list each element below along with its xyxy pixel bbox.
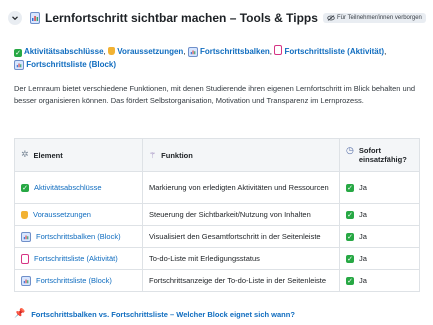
link-fortschrittsliste-block[interactable]: Fortschrittsliste (Block) [14,60,116,70]
list-icon [274,45,283,55]
link-fortschrittsbalken[interactable]: Fortschrittsbalken [187,47,270,57]
clock-icon: ◷ [346,146,354,156]
comparison-link-label: Fortschrittsbalken vs. Fortschrittsliste… [31,309,295,319]
element-link[interactable]: Fortschrittsliste (Aktivität) [34,254,118,263]
sofort-value: Ja [359,276,367,285]
pushpin-icon: 📌 [14,309,26,319]
link-voraussetzungen[interactable]: Voraussetzungen [107,47,183,56]
header-sofort: ◷ Sofort einsatzfähig? [339,138,420,172]
element-link[interactable]: Voraussetzungen [33,210,91,219]
page: Lernfortschritt sichtbar machen – Tools … [0,0,433,325]
funktion-cell: To-do-Liste mit Erledigungsstatus [142,247,340,270]
header-funktion: ⚚ Funktion [142,138,340,172]
hidden-from-students-badge: Für Teilnehmer/innen verborgen [322,13,426,23]
bar-chart-icon [187,47,198,57]
eye-slash-icon [327,15,335,21]
bar-chart-icon [21,275,31,286]
funktion-cell: Visualisiert den Gesamtfortschritt in de… [142,225,340,248]
collapse-toggle-button[interactable] [8,11,22,25]
lock-icon [107,47,115,55]
table-row: ✓ Aktivitätsabschlüsse Markierung von erl… [14,171,420,204]
bar-chart-icon [14,60,24,70]
sofort-value: Ja [359,254,367,263]
badge-label: Für Teilnehmer/innen verborgen [336,15,422,21]
funktion-cell: Fortschrittsanzeige der To-do-Liste in d… [142,269,340,292]
section-header: Lernfortschritt sichtbar machen – Tools … [8,8,426,28]
header-element: ✲ Element [14,138,143,172]
check-icon: ✓ [346,232,354,241]
funktion-cell: Steuerung der Sichtbarkeit/Nutzung von I… [142,203,340,226]
check-icon: ✓ [346,276,354,285]
element-link[interactable]: Fortschrittsbalken (Block) [36,232,121,241]
sofort-value: Ja [359,210,367,219]
bar-chart-icon [21,231,31,242]
table-row: Voraussetzungen Steuerung der Sichtbarke… [14,203,420,226]
gear-icon: ✲ [21,150,29,160]
table-row: Fortschrittsbalken (Block) Visualisiert … [14,225,420,248]
list-icon [21,253,29,264]
table-row: Fortschrittsliste (Aktivität) To-do-List… [14,247,420,270]
comparison-link[interactable]: 📌 Fortschrittsbalken vs. Fortschrittslis… [14,309,419,319]
funktion-cell: Markierung von erledigten Aktivitäten un… [142,171,340,204]
check-icon: ✓ [346,254,354,263]
check-icon: ✓ [346,210,354,219]
check-icon: ✓ [346,183,354,192]
quick-links: ✓ Aktivitätsabschlüsse, Voraussetzungen,… [14,45,387,70]
magic-wand-icon: ⚚ [149,150,157,160]
table-row: Fortschrittsliste (Block) Fortschrittsan… [14,269,420,292]
check-icon: ✓ [14,49,22,57]
table-header-row: ✲ Element ⚚ Funktion ◷ Sofort einsatzfähig? [14,138,420,172]
section-title: Lernfortschritt sichtbar machen – Tools … [45,11,318,25]
link-aktivitaetsabschluesse[interactable]: ✓ Aktivitätsabschlüsse [14,47,104,57]
link-fortschrittsliste-aktivitaet[interactable]: Fortschrittsliste (Aktivität) [274,45,384,56]
sofort-value: Ja [359,232,367,241]
bar-chart-icon [30,12,40,24]
lock-icon [21,210,28,219]
features-table: ✲ Element ⚚ Funktion ◷ Sofort einsatzfähig?… [14,138,420,292]
intro-paragraph: Der Lernraum bietet verschiedene Funktio… [14,84,416,105]
element-link[interactable]: Aktivitätsabschlüsse [34,183,102,192]
element-link[interactable]: Fortschrittsliste (Block) [36,276,112,285]
check-icon: ✓ [21,183,29,192]
sofort-value: Ja [359,183,367,192]
chevron-down-icon [12,16,18,21]
